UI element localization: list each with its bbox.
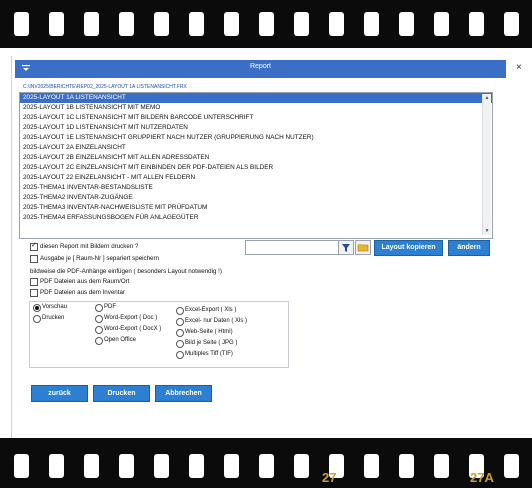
- film-hole: [259, 454, 274, 478]
- format-label-jpg: Bild je Seite ( JPG ): [185, 340, 238, 346]
- format-radio-jpg[interactable]: [176, 340, 184, 348]
- folder-button[interactable]: [355, 240, 371, 255]
- back-button[interactable]: zurück: [31, 385, 88, 402]
- film-hole: [224, 454, 239, 478]
- format-radio-html[interactable]: [176, 329, 184, 337]
- report-path: C:\INV2025\BERICHTE\REP02_2025-LAYOUT 1A…: [23, 84, 187, 90]
- copy-layout-button[interactable]: Layout kopieren: [374, 240, 443, 256]
- mode-label-preview: Vorschau: [42, 304, 68, 310]
- pdf-inventory-label: PDF Dateien aus dem Inventar: [40, 289, 125, 296]
- print-with-images-checkbox[interactable]: [30, 241, 38, 251]
- film-hole: [14, 12, 29, 36]
- separate-per-room-label: Ausgabe je [ Raum-Nr ] separiert speiche…: [40, 255, 159, 262]
- dialog-title: Report: [249, 63, 271, 70]
- pdf-inventory-checkbox[interactable]: [30, 289, 38, 297]
- report-list-item[interactable]: 2025-LAYOUT 1A LISTENANSICHT: [20, 93, 492, 103]
- film-hole: [189, 454, 204, 478]
- format-label-docx: Word-Export ( DocX ): [104, 326, 162, 332]
- format-label-pdf: PDF: [104, 304, 116, 310]
- film-hole: [259, 12, 274, 36]
- film-hole: [119, 454, 134, 478]
- report-list-item[interactable]: 2025-LAYOUT 2A EINZELANSICHT: [20, 143, 492, 153]
- format-label-doc: Word-Export ( Doc ): [104, 315, 158, 321]
- funnel-icon: [342, 244, 350, 252]
- film-hole: [399, 454, 414, 478]
- scroll-up-icon[interactable]: ▲: [483, 94, 491, 102]
- separate-per-room-checkbox[interactable]: [30, 255, 38, 263]
- filter-button[interactable]: [338, 240, 354, 255]
- film-hole: [49, 454, 64, 478]
- cancel-button[interactable]: Abbrechen: [155, 385, 212, 402]
- film-hole: [14, 454, 29, 478]
- pdf-room-checkbox[interactable]: [30, 278, 38, 286]
- film-hole: [469, 12, 484, 36]
- film-hole: [154, 12, 169, 36]
- report-list-item[interactable]: 2025-LAYOUT 1C LISTENANSICHT MIT BILDERN…: [20, 113, 492, 123]
- report-dialog: Report × C:\INV2025\BERICHTE\REP02_2025-…: [11, 56, 532, 438]
- film-hole: [434, 12, 449, 36]
- film-hole: [49, 12, 64, 36]
- format-label-xls-data: Excel- nur Daten ( Xls ): [185, 318, 248, 324]
- film-hole: [84, 454, 99, 478]
- format-label-xls: Excel-Export ( Xls ): [185, 307, 237, 313]
- pdf-note-label: bildweise die PDF-Anhänge einfügen ( bes…: [30, 268, 222, 275]
- format-radio-pdf[interactable]: [95, 304, 103, 312]
- report-list-item[interactable]: 2025-LAYOUT 1D LISTENANSICHT MIT NUTZERD…: [20, 123, 492, 133]
- filter-input[interactable]: [245, 240, 342, 255]
- report-list-item[interactable]: 2025-THEMA4 ERFASSUNGSBOGEN FÜR ANLAGEGÜ…: [20, 213, 492, 223]
- folder-icon: [357, 244, 369, 252]
- film-hole: [504, 454, 519, 478]
- format-radio-xls[interactable]: [176, 307, 184, 315]
- film-hole: [504, 12, 519, 36]
- scroll-down-icon[interactable]: ▼: [483, 227, 491, 235]
- format-label-tif: Multiples Tiff (TIF): [185, 351, 233, 357]
- film-hole: [119, 12, 134, 36]
- format-radio-doc[interactable]: [95, 315, 103, 323]
- close-icon[interactable]: ×: [516, 62, 522, 73]
- report-list-item[interactable]: 2025-LAYOUT 1B LISTENANSICHT MIT MEMO: [20, 103, 492, 113]
- report-list-item[interactable]: 2025-LAYOUT 22 EINZELANSICHT - MIT ALLEN…: [20, 173, 492, 183]
- format-radio-tif[interactable]: [176, 351, 184, 359]
- film-frame-number: 27A: [470, 470, 494, 485]
- film-strip-bottom: 27 27A: [0, 438, 532, 488]
- pdf-room-label: PDF Dateien aus dem Raum/Ort: [40, 278, 130, 285]
- report-list-item[interactable]: 2025-LAYOUT 1E LISTENANSICHT GRUPPIERT N…: [20, 133, 492, 143]
- film-hole: [189, 12, 204, 36]
- print-with-images-label: diesen Report mit Bildern drucken ?: [40, 243, 139, 250]
- report-list-item[interactable]: 2025-LAYOUT 2B EINZELANSICHT MIT ALLEN A…: [20, 153, 492, 163]
- film-hole: [434, 454, 449, 478]
- change-button[interactable]: ändern: [448, 240, 490, 256]
- mode-radio-print[interactable]: [33, 315, 41, 323]
- film-strip-top: [0, 0, 532, 48]
- format-label-html: Web-Seite ( Html): [185, 329, 233, 335]
- print-button[interactable]: Drucken: [93, 385, 150, 402]
- list-scrollbar[interactable]: ▲ ▼: [482, 94, 491, 235]
- mode-label-print: Drucken: [42, 315, 65, 321]
- report-list-item[interactable]: 2025-LAYOUT 2C EINZELANSICHT MIT EINBIND…: [20, 163, 492, 173]
- dialog-titlebar: Report: [15, 60, 506, 78]
- format-label-openoffice: Open Office: [104, 337, 136, 343]
- film-hole: [224, 12, 239, 36]
- film-frame-number: 27: [322, 470, 337, 485]
- format-radio-xls-data[interactable]: [176, 318, 184, 326]
- format-radio-docx[interactable]: [95, 326, 103, 334]
- film-hole: [84, 12, 99, 36]
- mode-radio-preview[interactable]: [33, 304, 41, 312]
- film-hole: [364, 454, 379, 478]
- report-list-item[interactable]: 2025-THEMA2 INVENTAR-ZUGÄNGE: [20, 193, 492, 203]
- report-list[interactable]: 2025-LAYOUT 1A LISTENANSICHT 2025-LAYOUT …: [19, 92, 493, 239]
- film-hole: [154, 454, 169, 478]
- report-list-item[interactable]: 2025-THEMA3 INVENTAR-NACHWEISLISTE MIT P…: [20, 203, 492, 213]
- format-radio-openoffice[interactable]: [95, 337, 103, 345]
- output-options-group: [29, 301, 289, 368]
- film-hole: [364, 12, 379, 36]
- film-hole: [329, 12, 344, 36]
- film-hole: [294, 12, 309, 36]
- film-hole: [294, 454, 309, 478]
- film-hole: [399, 12, 414, 36]
- report-list-item[interactable]: 2025-THEMA1 INVENTAR-BESTANDSLISTE: [20, 183, 492, 193]
